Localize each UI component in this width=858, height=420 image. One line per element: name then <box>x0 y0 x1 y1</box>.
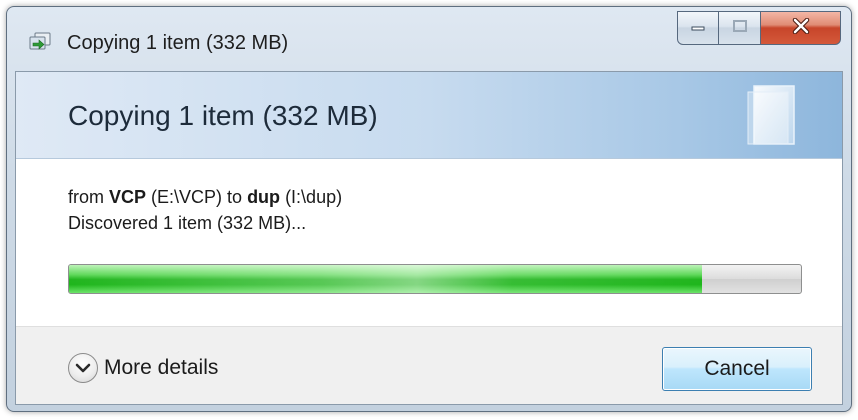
dialog-body: Copying 1 item (332 MB) from VCP (E:\VCP… <box>15 71 843 405</box>
more-details-toggle[interactable]: More details <box>68 351 218 385</box>
transfer-status: Discovered 1 item (332 MB)... <box>68 213 307 233</box>
destination-path: (I:\dup) <box>280 187 343 207</box>
more-details-label: More details <box>104 356 219 379</box>
minimize-icon <box>690 19 706 37</box>
window-title: Copying 1 item (332 MB) <box>67 32 289 54</box>
source-path: (E:\VCP) to <box>146 187 248 207</box>
transfer-route: from VCP (E:\VCP) to dup (I:\dup) <box>68 184 342 210</box>
header-title: Copying 1 item (332 MB) <box>68 100 378 131</box>
document-icon <box>742 82 802 148</box>
close-icon <box>792 17 810 39</box>
title-bar[interactable]: Copying 1 item (332 MB) <box>7 7 851 71</box>
maximize-button[interactable] <box>719 11 761 45</box>
from-prefix: from <box>68 187 110 207</box>
progress-bar <box>68 264 802 294</box>
source-name: VCP <box>109 187 147 207</box>
progress-fill <box>69 265 703 293</box>
dialog-header: Copying 1 item (332 MB) <box>16 72 842 159</box>
close-button[interactable] <box>761 11 841 45</box>
copy-files-icon <box>29 32 51 50</box>
dialog-footer: More details Cancel <box>16 326 842 404</box>
copy-dialog-window: Copying 1 item (332 MB) Copying 1 item (… <box>6 6 852 412</box>
cancel-button[interactable]: Cancel <box>662 347 812 391</box>
maximize-icon <box>732 19 748 38</box>
chevron-down-icon <box>68 353 98 383</box>
destination-name: dup <box>247 187 281 207</box>
minimize-button[interactable] <box>677 11 719 45</box>
transfer-description: from VCP (E:\VCP) to dup (I:\dup) Discov… <box>68 184 342 236</box>
progress-shine <box>69 265 703 293</box>
caption-buttons <box>677 11 841 47</box>
